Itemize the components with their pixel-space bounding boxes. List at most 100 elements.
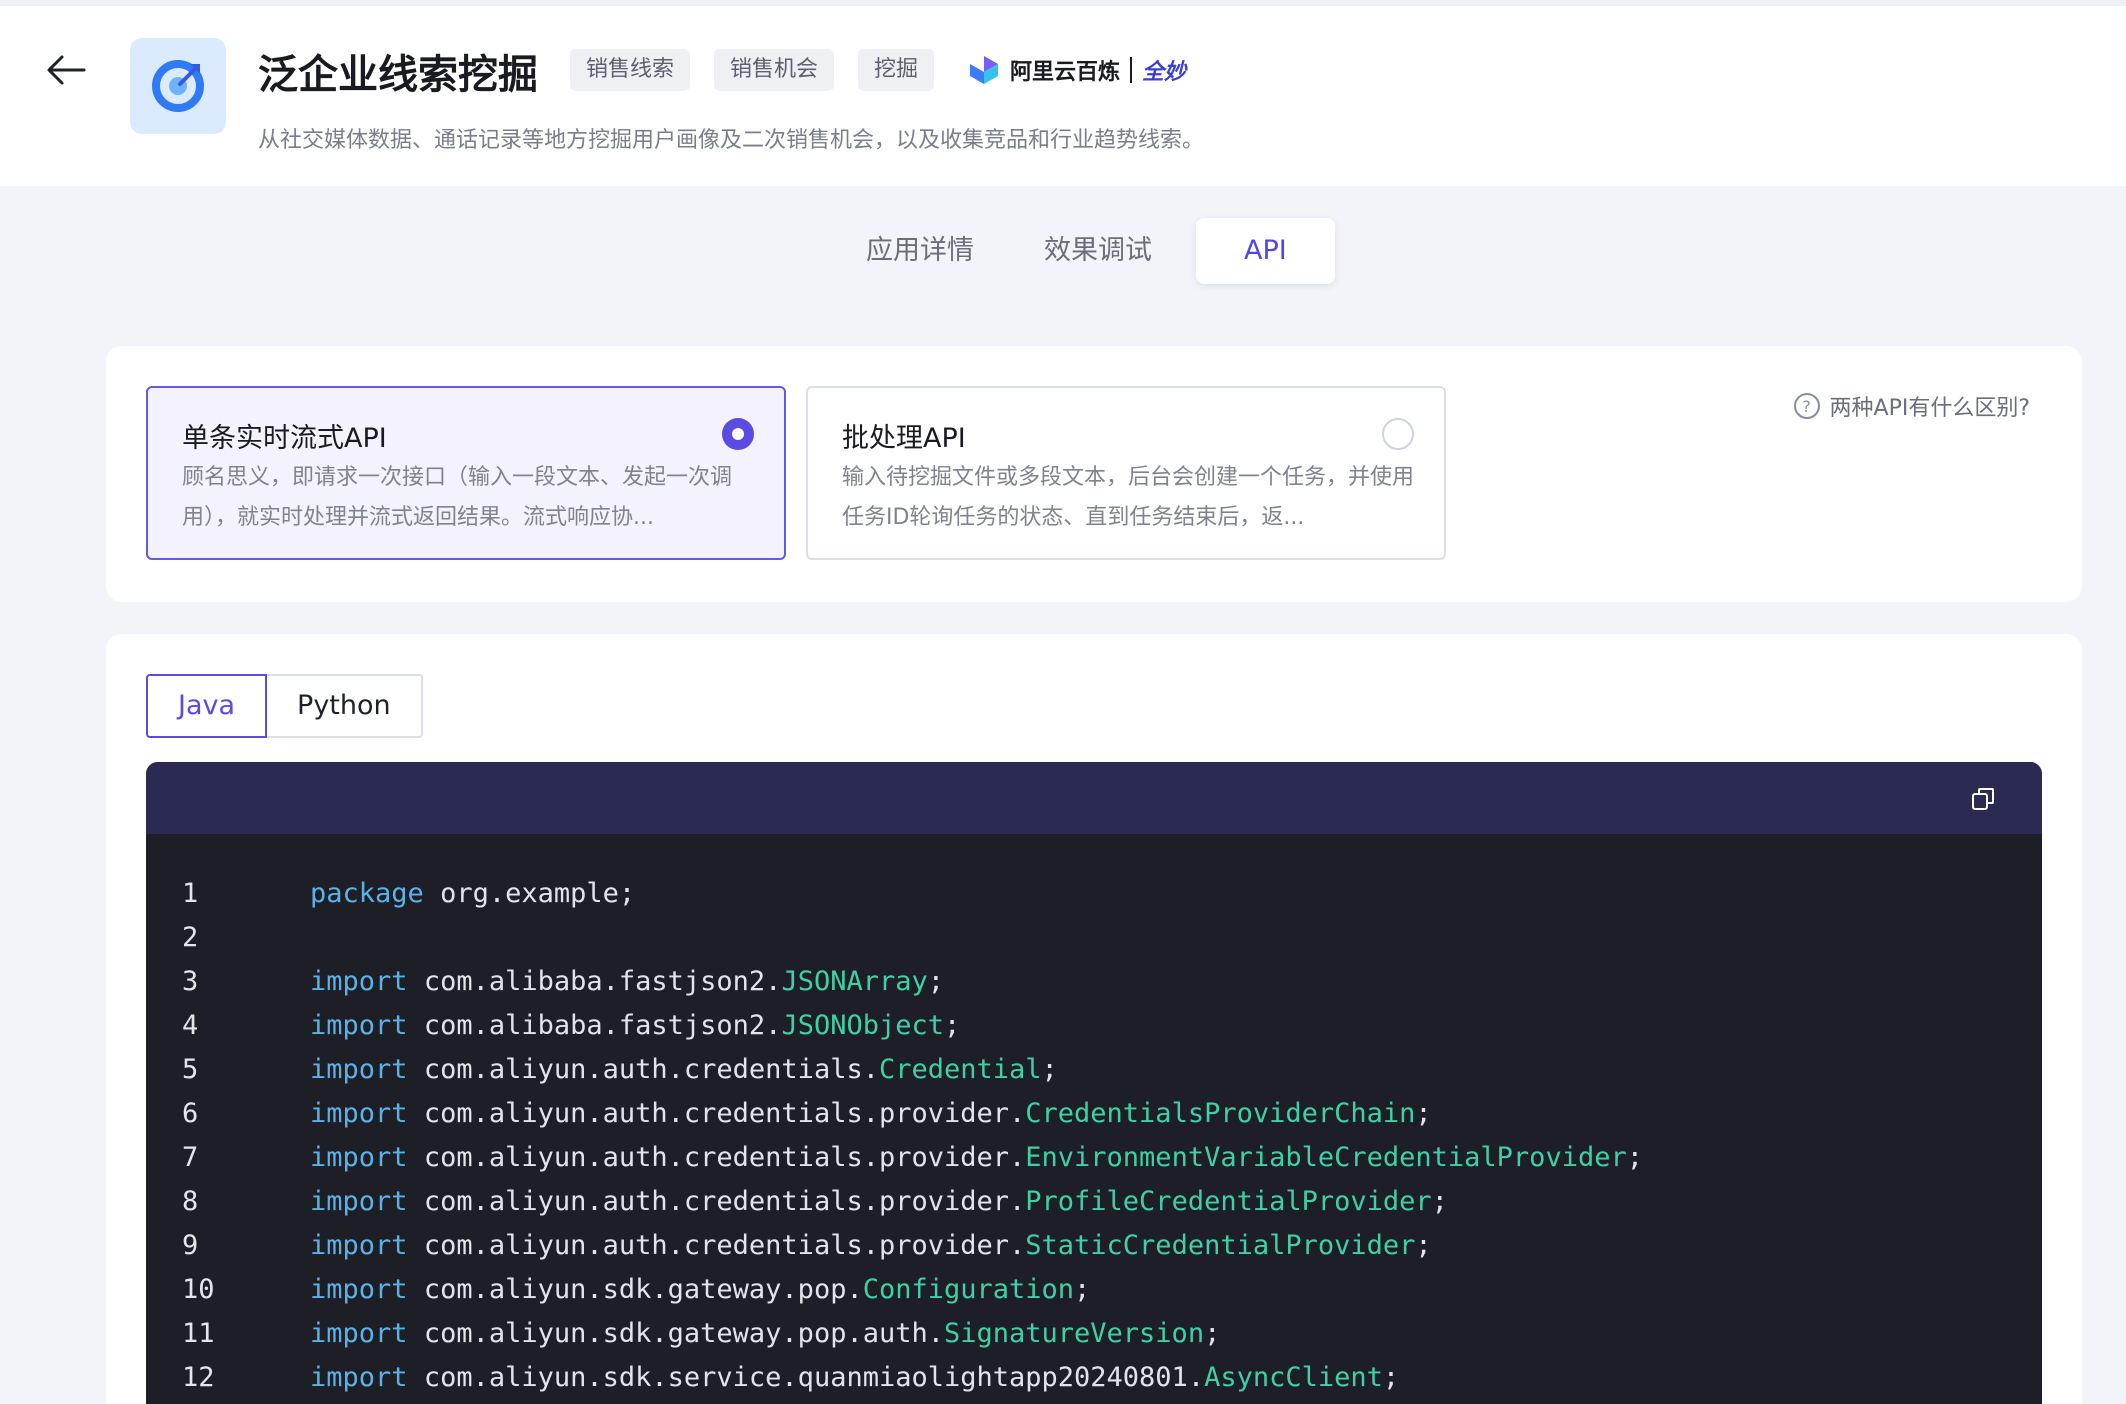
line-number: 12	[182, 1362, 215, 1393]
code-line: 12 import com.aliyun.sdk.service.quanmiao…	[146, 1356, 2042, 1400]
code-class: SignatureVersion	[943, 1318, 1205, 1349]
app-icon	[130, 38, 226, 134]
tab-effect-debug[interactable]: 效果调试	[1018, 218, 1178, 284]
code-class: ProfileCredentialProvider	[1025, 1186, 1432, 1217]
code-line: 4 import com.alibaba.fastjson2.JSONObject…	[146, 1004, 2042, 1048]
code-keyword: import	[310, 1274, 408, 1305]
copy-icon[interactable]	[1970, 786, 1996, 812]
lang-java-button[interactable]: Java	[146, 674, 268, 738]
target-icon	[152, 60, 204, 112]
code-class: JSONArray	[781, 966, 928, 997]
code-class: StaticCredentialProvider	[1025, 1230, 1416, 1261]
code-line: 6 import com.aliyun.auth.credentials.prov…	[146, 1092, 2042, 1136]
code-class: CredentialsProviderChain	[1025, 1098, 1416, 1129]
code-line: 3 import com.alibaba.fastjson2.JSONArray;	[146, 960, 2042, 1004]
code-class: EnvironmentVariableCredentialProvider	[1025, 1142, 1627, 1173]
tab-api[interactable]: API	[1196, 218, 1335, 284]
code-punctuation: ;	[1626, 1142, 1643, 1173]
arrow-left-icon[interactable]	[44, 48, 88, 92]
help-text: 两种API有什么区别?	[1829, 396, 2030, 421]
code-package: com.aliyun.sdk.gateway.pop.auth.	[423, 1318, 944, 1349]
code-punctuation: ;	[1415, 1098, 1432, 1129]
lang-python-button[interactable]: Python	[267, 674, 423, 738]
code-punctuation: ;	[1204, 1318, 1221, 1349]
api-option-batch[interactable]: 批处理API 输入待挖掘文件或多段文本，后台会创建一个任务，并使用任务ID轮询任…	[806, 386, 1446, 560]
code-text: import com.aliyun.auth.credentials.provi…	[310, 1224, 1432, 1268]
tag-sales-leads: 销售线索	[570, 49, 691, 91]
question-icon: ?	[1793, 393, 1820, 419]
code-line: 2	[146, 916, 2042, 960]
tag-mining: 挖掘	[858, 49, 935, 91]
code-text: import com.aliyun.sdk.gateway.pop.auth.S…	[310, 1312, 1220, 1356]
code-line: 5 import com.aliyun.auth.credentials.Cred…	[146, 1048, 2042, 1092]
code-class: Credential	[878, 1054, 1042, 1085]
brand-sub-name: 全妙	[1142, 60, 1187, 85]
code-class: Configuration	[862, 1274, 1075, 1305]
code-block: 1 package org.example; 2 3 import com.alibab…	[146, 762, 2042, 1404]
page-title: 泛企业线索挖掘	[258, 52, 538, 98]
code-class: AsyncClient	[1204, 1362, 1383, 1393]
tab-app-details[interactable]: 应用详情	[840, 218, 1000, 284]
line-number: 11	[182, 1318, 215, 1349]
radio-streaming[interactable]	[722, 418, 754, 450]
line-number: 9	[182, 1230, 199, 1261]
code-toolbar	[146, 762, 2042, 834]
main-tabs: 应用详情 效果调试 API	[840, 218, 1335, 284]
code-keyword: import	[310, 1186, 408, 1217]
code-body: 1 package org.example; 2 3 import com.alibab…	[146, 834, 2042, 1400]
code-package: com.aliyun.sdk.service.quanmiaolightapp2…	[423, 1362, 1205, 1393]
code-package: com.aliyun.auth.credentials.provider.	[423, 1098, 1026, 1129]
api-option-description: 输入待挖掘文件或多段文本，后台会创建一个任务，并使用任务ID轮询任务的状态、直到…	[842, 465, 1415, 530]
code-keyword: import	[310, 1054, 408, 1085]
app-description: 从社交媒体数据、通话记录等地方挖掘用户画像及二次销售机会，以及收集竞品和行业趋势…	[258, 128, 1205, 153]
code-package: com.alibaba.fastjson2.	[423, 1010, 782, 1041]
code-text: import com.aliyun.auth.credentials.provi…	[310, 1092, 1432, 1136]
api-option-streaming[interactable]: 单条实时流式API 顾名思义，即请求一次接口（输入一段文本、发起一次调用），就实…	[146, 386, 786, 560]
api-difference-help-link[interactable]: ? 两种API有什么区别?	[1793, 390, 2030, 422]
code-line: 7 import com.aliyun.auth.credentials.prov…	[146, 1136, 2042, 1180]
language-switch: Java Python	[146, 674, 423, 738]
code-keyword: import	[310, 1230, 408, 1261]
app-header: 泛企业线索挖掘 销售线索 销售机会 挖掘 阿里云百炼 全妙 从社交媒体数据、通话…	[0, 0, 2126, 186]
code-card: Java Python 1 package org.example; 2 3 impor…	[106, 634, 2082, 1404]
code-line: 1 package org.example;	[146, 872, 2042, 916]
code-punctuation: ;	[1431, 1186, 1448, 1217]
code-keyword: import	[310, 1142, 408, 1173]
code-package: com.aliyun.auth.credentials.provider.	[423, 1142, 1026, 1173]
code-package: com.aliyun.auth.credentials.provider.	[423, 1186, 1026, 1217]
line-number: 6	[182, 1098, 199, 1129]
code-package: com.aliyun.auth.credentials.	[423, 1054, 879, 1085]
code-keyword: import	[310, 1098, 408, 1129]
code-text: import com.aliyun.auth.credentials.provi…	[310, 1180, 1448, 1224]
line-number: 1	[182, 878, 199, 909]
code-keyword: package	[310, 878, 424, 909]
radio-batch[interactable]	[1382, 418, 1414, 450]
code-package: com.alibaba.fastjson2.	[423, 966, 782, 997]
code-line: 9 import com.aliyun.auth.credentials.prov…	[146, 1224, 2042, 1268]
code-punctuation: ;	[618, 878, 636, 909]
line-number: 7	[182, 1142, 199, 1173]
line-number: 2	[182, 922, 199, 953]
code-keyword: import	[310, 1362, 408, 1393]
bailian-logo-icon	[970, 56, 998, 84]
code-punctuation: ;	[927, 966, 945, 997]
code-text: package org.example;	[310, 872, 635, 916]
api-option-title: 批处理API	[842, 423, 966, 454]
code-text: import com.alibaba.fastjson2.JSONArray;	[310, 960, 944, 1004]
code-text: import com.aliyun.auth.credentials.provi…	[310, 1136, 1643, 1180]
code-text: import com.aliyun.auth.credentials.Crede…	[310, 1048, 1058, 1092]
header-divider	[0, 0, 2126, 6]
code-package: com.aliyun.auth.credentials.provider.	[423, 1230, 1026, 1261]
line-number: 4	[182, 1010, 199, 1041]
line-number: 3	[182, 966, 199, 997]
code-package: com.aliyun.sdk.gateway.pop.	[423, 1274, 863, 1305]
